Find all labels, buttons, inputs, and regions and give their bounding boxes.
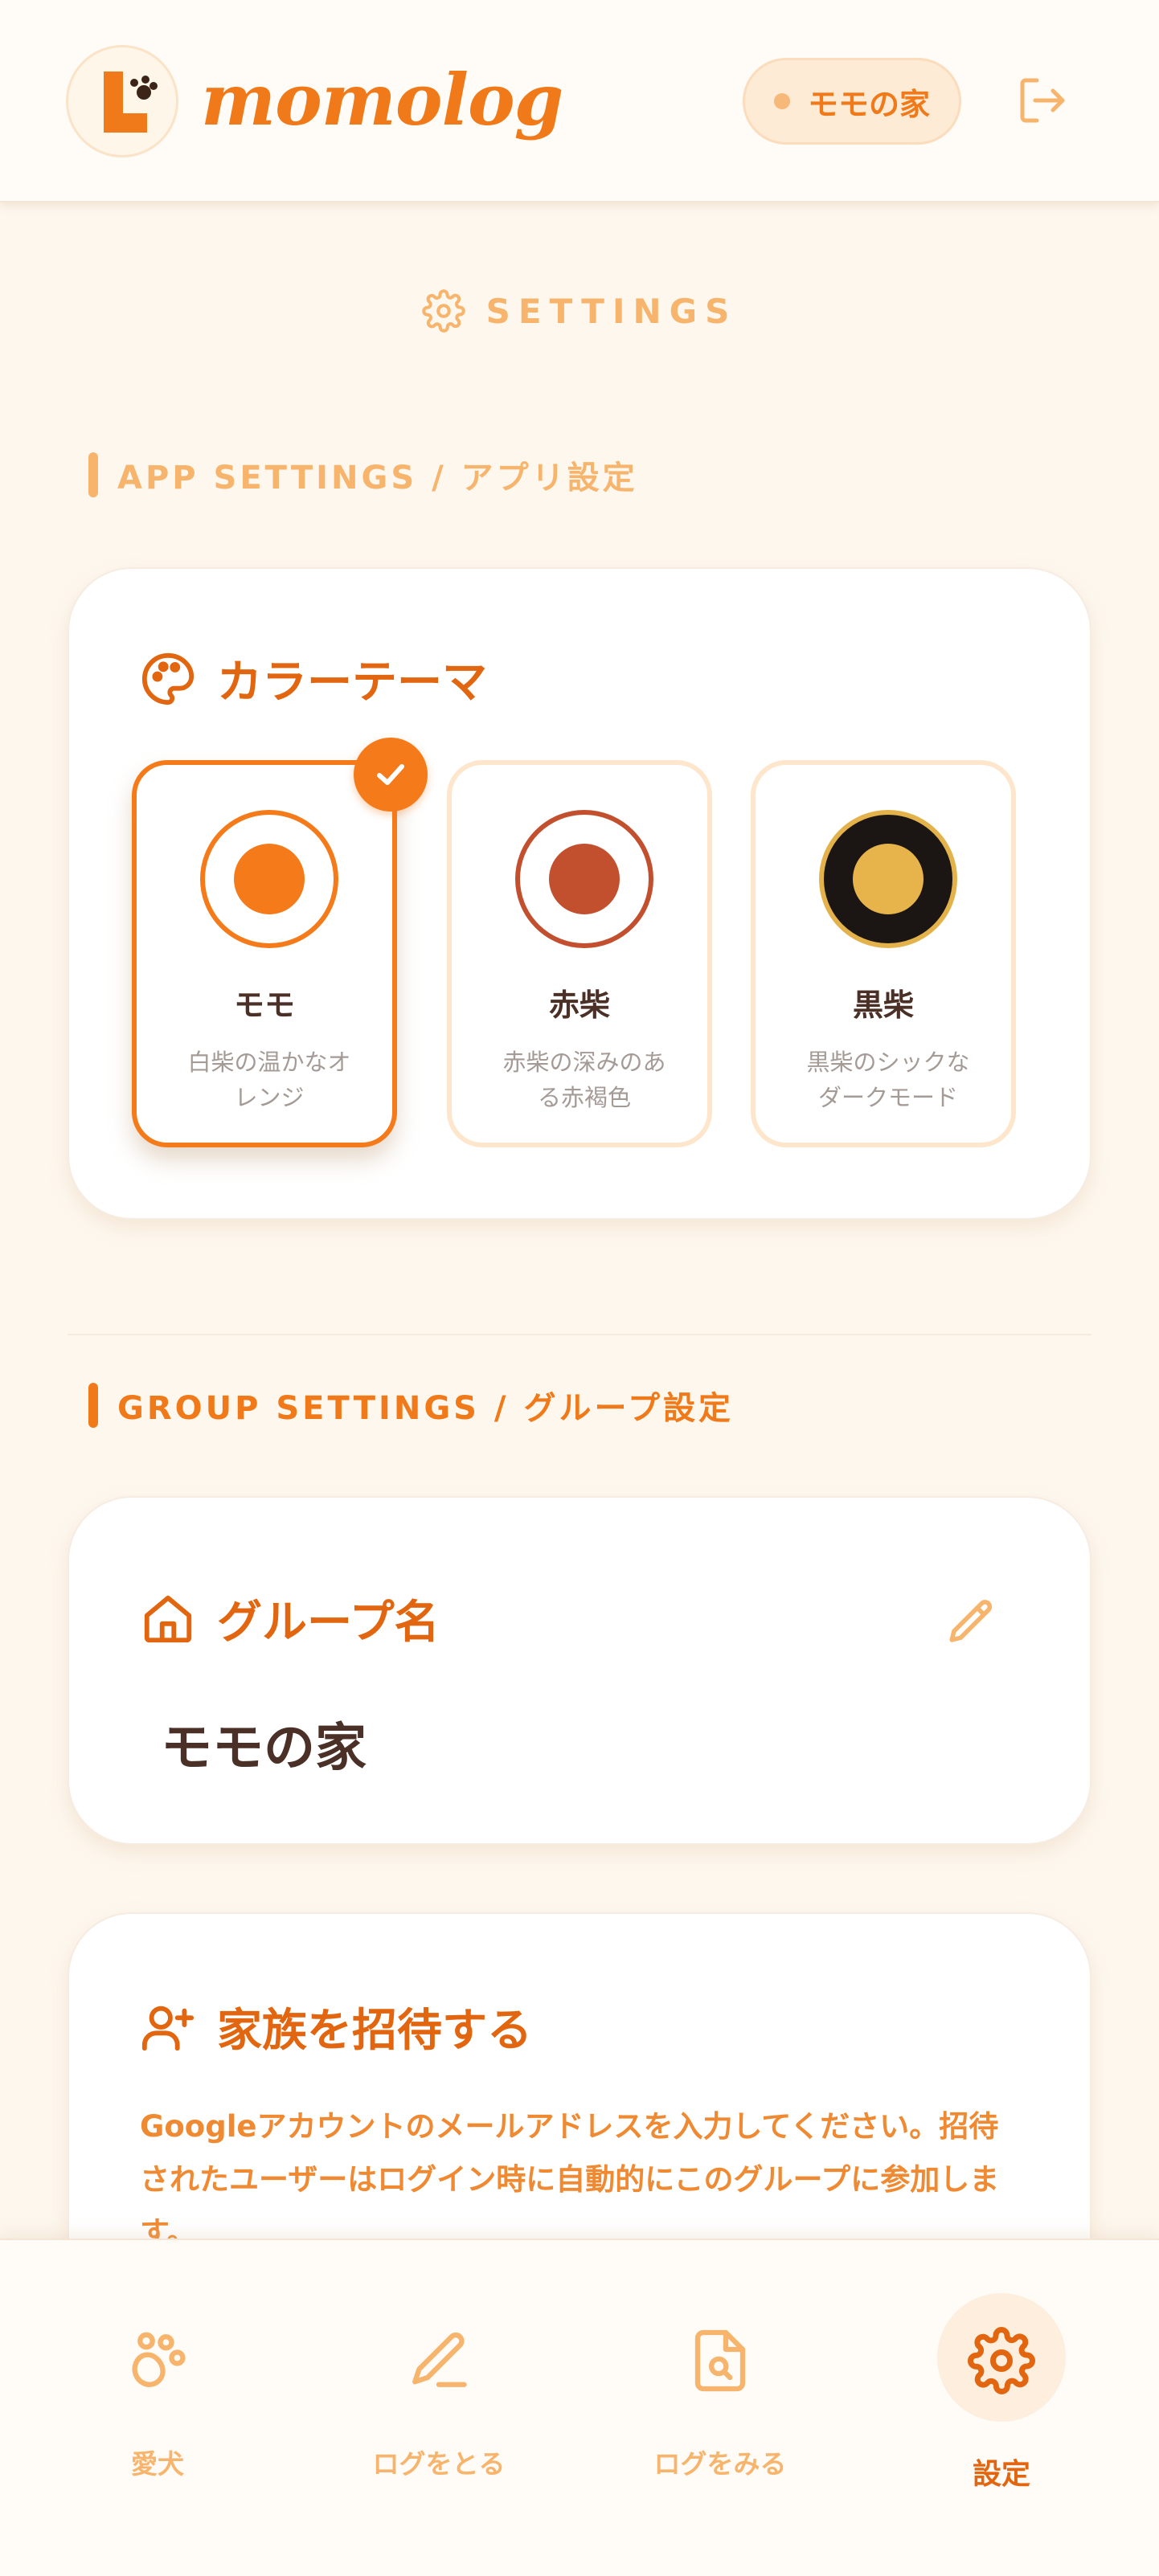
nav-item-label: 愛犬 [131, 2448, 184, 2480]
logo-icon[interactable] [66, 45, 178, 157]
paw-icon [132, 2332, 186, 2387]
app-settings-heading-text: APP SETTINGS / アプリ設定 [117, 460, 638, 497]
section-divider [68, 1334, 1091, 1335]
theme-option-kuroshiba[interactable]: 黒柴 黒柴のシックなダークモード [751, 760, 1016, 1147]
home-icon [144, 1595, 192, 1642]
bottom-navigation: 愛犬 ログをとる ログをみる 設定 [0, 2239, 1159, 2576]
nav-item-label: 設定 [972, 2458, 1030, 2491]
group-name-card: グループ名 モモの家 [68, 1496, 1091, 1845]
palette-icon [141, 652, 195, 705]
nav-item-label: ログをとる [372, 2448, 506, 2480]
theme-option-akashiba[interactable]: 赤柴 赤柴の深みのある赤褐色 [447, 760, 712, 1147]
group-badge-label: モモの家 [807, 86, 930, 122]
page-title-text: SETTINGS [485, 291, 738, 331]
theme-swatch-center [234, 844, 305, 914]
invite-title-text: 家族を招待する [217, 2005, 532, 2057]
nav-item-label: ログをみる [653, 2448, 787, 2480]
nav-item-settings[interactable]: 設定 [881, 2240, 1122, 2576]
nav-item-dogs[interactable]: 愛犬 [37, 2240, 278, 2576]
group-name-value: モモの家 [161, 1719, 367, 1778]
nav-item-view-log[interactable]: ログをみる [600, 2240, 841, 2576]
group-settings-heading-text: GROUP SETTINGS / グループ設定 [117, 1390, 735, 1427]
theme-name: 黒柴 [852, 987, 914, 1023]
theme-desc: 赤柴の深みのある赤褐色 [502, 1049, 666, 1111]
theme-swatch-center [853, 844, 924, 914]
theme-name: 赤柴 [548, 987, 610, 1023]
brand-name: momolog [201, 58, 563, 141]
theme-swatch [200, 810, 338, 948]
app-header: momolog モモの家 [0, 0, 1159, 202]
user-plus-icon [141, 2006, 195, 2051]
theme-name: モモ [233, 987, 295, 1023]
gear-icon [421, 289, 465, 333]
color-theme-card: カラーテーマ モモ 白柴の温かなオレンジ 赤柴 赤柴の深みのある赤褐色 黒柴 黒… [68, 567, 1091, 1220]
edit-group-name-button[interactable] [945, 1596, 998, 1649]
pencil-icon [412, 2332, 467, 2387]
group-name-title: グループ名 [140, 1586, 440, 1651]
theme-option-momo[interactable]: モモ 白柴の温かなオレンジ [132, 760, 397, 1147]
section-bar [88, 452, 98, 497]
section-bar [88, 1383, 98, 1428]
document-search-icon [694, 2329, 746, 2392]
theme-desc: 白柴の温かなオレンジ [187, 1049, 351, 1111]
gear-icon [968, 2327, 1035, 2394]
selected-check-icon [354, 738, 428, 812]
invite-title: 家族を招待する [140, 1994, 532, 2059]
theme-desc: 黒柴のシックなダークモード [806, 1049, 970, 1111]
status-dot [773, 93, 790, 109]
color-theme-title: カラーテーマ [140, 646, 487, 711]
theme-swatch [819, 810, 957, 948]
color-theme-title-text: カラーテーマ [217, 656, 487, 709]
logout-icon[interactable] [1014, 72, 1071, 129]
pencil-icon [949, 1600, 993, 1642]
group-name-title-text: グループ名 [217, 1597, 440, 1649]
nav-item-add-log[interactable]: ログをとる [318, 2240, 559, 2576]
theme-swatch-center [549, 844, 620, 914]
theme-swatch [515, 810, 653, 948]
group-badge[interactable]: モモの家 [743, 58, 961, 145]
group-settings-heading: GROUP SETTINGS / グループ設定 [88, 1382, 734, 1429]
app-settings-heading: APP SETTINGS / アプリ設定 [88, 452, 638, 498]
invite-description: Googleアカウントのメールアドレスを入力してください。招待されたユーザーはロ… [140, 2109, 1000, 2250]
page-title: SETTINGS [0, 289, 1159, 333]
